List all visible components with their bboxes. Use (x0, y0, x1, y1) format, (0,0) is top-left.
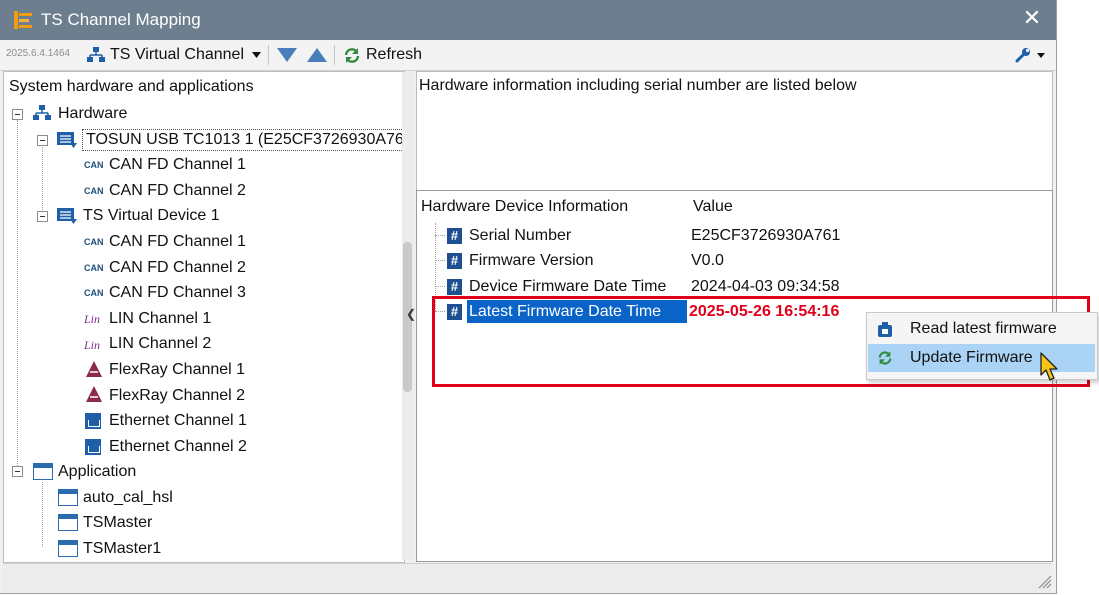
network-tree-icon (87, 47, 105, 62)
network-tree-icon (33, 105, 51, 120)
column-header-name[interactable]: Hardware Device Information (421, 196, 628, 218)
can-icon: CAN (84, 186, 104, 196)
refresh-button[interactable]: Refresh (342, 44, 424, 66)
tree-node-channel[interactable]: CAN FD Channel 2 (109, 257, 246, 279)
tree-line (42, 482, 43, 547)
tree-node-channel[interactable]: FlexRay Channel 2 (109, 385, 245, 407)
row-name: Firmware Version (469, 252, 594, 269)
ethernet-icon (85, 413, 101, 429)
can-icon: CAN (84, 160, 104, 170)
tree-node-channel[interactable]: CAN FD Channel 2 (109, 180, 246, 202)
info-description: Hardware information including serial nu… (419, 77, 857, 94)
hardware-expander[interactable] (12, 109, 23, 120)
toolbar-separator (268, 45, 269, 65)
device-expander[interactable] (37, 211, 48, 222)
tree-line (17, 120, 18, 470)
tree-node-channel[interactable]: FlexRay Channel 1 (109, 359, 245, 381)
tree-node-hardware[interactable]: Hardware (58, 103, 127, 125)
menu-item-label: Read latest firmware (910, 320, 1057, 337)
title-bar: TS Channel Mapping ✕ (0, 0, 1056, 40)
toolbar: 2025.6.4.1464 TS Virtual Channel Refresh (0, 40, 1056, 71)
can-icon: CAN (84, 263, 104, 273)
application-icon (58, 540, 78, 557)
channel-dropdown[interactable]: TS Virtual Channel (86, 44, 262, 66)
row-name: Serial Number (469, 227, 572, 244)
device-icon (57, 132, 77, 148)
info-panel: Hardware information including serial nu… (416, 71, 1053, 191)
refresh-label: Refresh (366, 46, 423, 63)
device-icon (57, 208, 77, 224)
chevron-down-icon (1037, 53, 1045, 58)
window-title: TS Channel Mapping (41, 10, 201, 29)
tree-node-channel[interactable]: CAN FD Channel 1 (109, 154, 246, 176)
tree-node-channel[interactable]: CAN FD Channel 1 (109, 231, 246, 253)
move-down-icon[interactable] (277, 47, 297, 63)
mouse-pointer-icon (1040, 352, 1058, 381)
application-icon (58, 489, 78, 506)
tree-node-device[interactable]: TS Virtual Device 1 (83, 205, 220, 227)
tree-node-channel[interactable]: LIN Channel 1 (109, 308, 211, 330)
row-value: V0.0 (691, 252, 724, 269)
hash-icon: # (447, 228, 462, 244)
device-expander[interactable] (37, 135, 48, 146)
ethernet-icon (85, 439, 101, 455)
can-icon: CAN (84, 288, 104, 298)
table-row[interactable]: # Firmware Version V0.0 (417, 249, 1050, 273)
flexray-icon (86, 361, 102, 377)
context-menu: Read latest firmware Update Firmware (866, 312, 1098, 380)
menu-item-update-firmware[interactable]: Update Firmware (868, 344, 1095, 372)
lin-icon: Lin (84, 338, 101, 352)
close-icon[interactable]: ✕ (1021, 7, 1043, 29)
status-bar (3, 563, 1051, 592)
tree-node-channel[interactable]: Ethernet Channel 1 (109, 410, 247, 432)
tree-node-application[interactable]: Application (58, 461, 136, 483)
application-icon (58, 514, 78, 531)
tree-node-channel[interactable]: CAN FD Channel 3 (109, 282, 246, 304)
tree-node-device[interactable]: TOSUN USB TC1013 1 (E25CF3726930A761) (82, 129, 404, 151)
lin-icon: Lin (84, 312, 101, 326)
wrench-icon (1015, 48, 1030, 63)
tree-root-label: System hardware and applications (9, 78, 254, 95)
hardware-tree-panel: System hardware and applications Hardwar… (3, 71, 405, 563)
dropdown-arrow-icon (252, 52, 261, 58)
tree-node-app[interactable]: TSMaster (83, 512, 152, 534)
version-label: 2025.6.4.1464 (6, 48, 70, 59)
row-name: Device Firmware Date Time (469, 278, 667, 295)
tree-node-channel[interactable]: Ethernet Channel 2 (109, 436, 247, 458)
can-icon: CAN (84, 237, 104, 247)
hash-icon: # (447, 279, 462, 295)
toolbar-separator (334, 45, 335, 65)
row-value: 2024-04-03 09:34:58 (691, 278, 840, 295)
tree-node-channel[interactable]: LIN Channel 2 (109, 333, 211, 355)
hash-icon: # (447, 253, 462, 269)
menu-item-label: Update Firmware (910, 349, 1033, 366)
app-icon (14, 11, 32, 29)
refresh-icon (878, 351, 892, 365)
channel-dropdown-label: TS Virtual Channel (110, 46, 244, 63)
application-expander[interactable] (12, 466, 23, 477)
tree-node-app[interactable]: auto_cal_hsl (83, 487, 173, 509)
table-row[interactable]: # Serial Number E25CF3726930A761 (417, 224, 1050, 248)
column-header-value[interactable]: Value (693, 196, 733, 218)
collapse-panel-icon[interactable]: ❮ (406, 307, 416, 321)
refresh-icon (344, 48, 360, 63)
flexray-icon (86, 386, 102, 402)
row-value: E25CF3726930A761 (691, 227, 841, 244)
menu-item-read-latest-firmware[interactable]: Read latest firmware (868, 315, 1095, 343)
move-up-icon[interactable] (307, 47, 327, 63)
application-icon (33, 463, 53, 480)
firmware-chip-icon (878, 322, 892, 337)
tree-line (42, 145, 43, 218)
tree-node-app[interactable]: TSMaster1 (83, 538, 161, 560)
resize-grip-icon[interactable] (1037, 574, 1052, 589)
settings-dropdown[interactable] (1013, 44, 1049, 66)
